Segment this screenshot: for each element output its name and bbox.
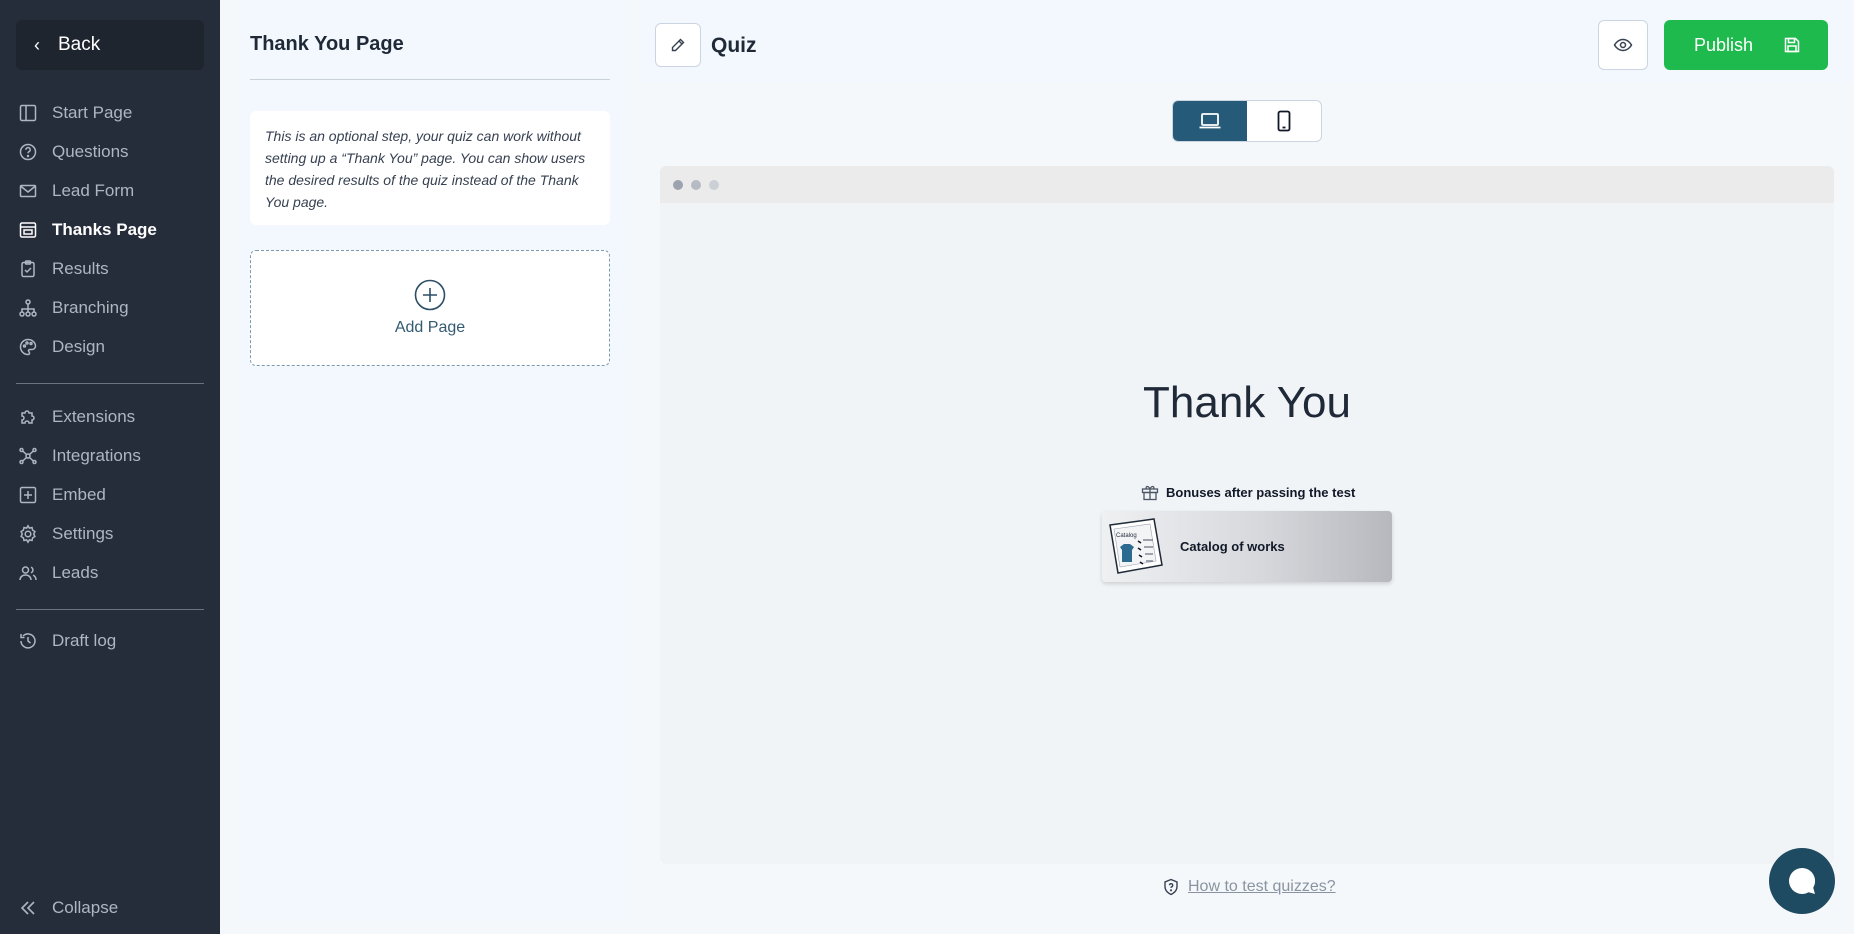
quiz-preview-frame: Thank You Bonuses after passing the test… bbox=[660, 166, 1834, 864]
start-page-icon bbox=[19, 104, 37, 121]
bonus-label: Bonuses after passing the test bbox=[1140, 482, 1360, 502]
primary-nav: Start Page Questions Lead Form Thanks Pa… bbox=[0, 93, 220, 366]
sidebar-item-label: Questions bbox=[52, 141, 129, 161]
bonus-card-label: Catalog of works bbox=[1180, 539, 1285, 554]
envelope-icon bbox=[19, 184, 37, 197]
history-icon bbox=[20, 632, 36, 649]
integrations-icon bbox=[19, 447, 37, 464]
bonus-text: Bonuses after passing the test bbox=[1166, 484, 1356, 500]
plus-circle-icon bbox=[414, 279, 446, 311]
desktop-view-button[interactable] bbox=[1173, 101, 1247, 141]
sidebar-divider bbox=[16, 609, 204, 610]
editor-header: Quiz Publish bbox=[640, 0, 1854, 82]
save-icon bbox=[1784, 37, 1800, 53]
sidebar-item-start-page[interactable]: Start Page bbox=[0, 93, 220, 132]
mobile-view-button[interactable] bbox=[1247, 101, 1321, 141]
sidebar-item-label: Extensions bbox=[52, 406, 136, 426]
puzzle-icon bbox=[21, 409, 35, 424]
add-page-label: Add Page bbox=[394, 319, 466, 336]
sidebar-item-leads[interactable]: Leads bbox=[0, 553, 220, 592]
question-icon bbox=[19, 143, 37, 160]
sidebar-item-label: Lead Form bbox=[52, 180, 135, 200]
chat-bubble-icon bbox=[1789, 867, 1816, 894]
sidebar-item-label: Integrations bbox=[52, 445, 141, 465]
publish-label: Publish bbox=[1694, 34, 1754, 55]
sidebar-divider bbox=[16, 383, 204, 384]
sidebar-item-design[interactable]: Design bbox=[0, 327, 220, 366]
chevron-left-icon: ‹ bbox=[34, 34, 40, 55]
sidebar-item-extensions[interactable]: Extensions bbox=[0, 397, 220, 436]
tertiary-nav: Draft log bbox=[0, 621, 220, 660]
browser-bar bbox=[660, 166, 1834, 203]
sidebar-item-label: Design bbox=[52, 336, 105, 356]
collapse-button[interactable]: Collapse bbox=[18, 898, 118, 918]
palette-icon bbox=[19, 338, 37, 355]
how-to-test-label: How to test quizzes? bbox=[1188, 878, 1336, 895]
bonus-card[interactable]: Catalog Catalog of works bbox=[1102, 511, 1392, 582]
collapse-label: Collapse bbox=[52, 898, 119, 917]
mobile-phone-icon bbox=[1277, 110, 1291, 132]
sidebar-item-questions[interactable]: Questions bbox=[0, 132, 220, 171]
panel-title: Thank You Page bbox=[250, 33, 404, 55]
pencil-icon bbox=[671, 38, 685, 52]
embed-icon bbox=[19, 486, 37, 503]
thanks-page-icon bbox=[19, 221, 37, 238]
thank-you-heading: Thank You bbox=[1143, 378, 1351, 427]
catalog-illustration: Catalog bbox=[1109, 517, 1163, 574]
sidebar-item-label: Draft log bbox=[52, 630, 117, 650]
thank-you-panel: Thank You Page This is an optional step,… bbox=[240, 0, 630, 920]
gear-icon bbox=[20, 523, 36, 544]
sidebar-item-label: Results bbox=[52, 258, 109, 278]
sidebar-item-label: Settings bbox=[52, 523, 114, 543]
window-dot bbox=[709, 179, 719, 190]
edit-title-button[interactable] bbox=[655, 23, 701, 67]
sidebar-item-branching[interactable]: Branching bbox=[0, 288, 220, 327]
secondary-nav: Extensions Integrations Embed Settings L… bbox=[0, 397, 220, 592]
sidebar-item-settings[interactable]: Settings bbox=[0, 514, 220, 553]
sidebar-item-results[interactable]: Results bbox=[0, 249, 220, 288]
sidebar: ‹ Back Start Page Questions Lead Form Th… bbox=[0, 0, 220, 934]
chat-button[interactable] bbox=[1769, 848, 1835, 914]
sidebar-item-label: Branching bbox=[52, 297, 129, 317]
branching-icon bbox=[19, 298, 37, 317]
sidebar-item-lead-form[interactable]: Lead Form bbox=[0, 171, 220, 210]
laptop-icon bbox=[1199, 113, 1221, 129]
window-dot bbox=[673, 179, 683, 190]
catalog-image-text: Catalog bbox=[1116, 533, 1137, 539]
sidebar-item-label: Thanks Page bbox=[52, 219, 157, 239]
preview-button[interactable] bbox=[1598, 20, 1648, 70]
how-to-test-link[interactable]: How to test quizzes? bbox=[1162, 878, 1336, 896]
eye-icon bbox=[1613, 38, 1633, 52]
publish-button[interactable]: Publish bbox=[1664, 20, 1828, 70]
back-label: Back bbox=[58, 34, 101, 55]
users-icon bbox=[19, 565, 37, 580]
sidebar-item-draft-log[interactable]: Draft log bbox=[0, 621, 220, 660]
clipboard-icon bbox=[21, 259, 35, 277]
sidebar-item-label: Leads bbox=[52, 562, 99, 582]
sidebar-item-label: Start Page bbox=[52, 102, 133, 122]
sidebar-item-label: Embed bbox=[52, 484, 106, 504]
sidebar-item-thanks-page[interactable]: Thanks Page bbox=[0, 210, 220, 249]
add-page-button[interactable]: Add Page bbox=[250, 250, 610, 366]
back-button[interactable]: ‹ Back bbox=[16, 20, 204, 70]
window-dot bbox=[691, 179, 701, 190]
panel-divider bbox=[250, 79, 610, 80]
device-toggle bbox=[1172, 100, 1322, 142]
sidebar-item-integrations[interactable]: Integrations bbox=[0, 436, 220, 475]
sidebar-item-embed[interactable]: Embed bbox=[0, 475, 220, 514]
gift-icon bbox=[1141, 485, 1159, 501]
shield-question-icon bbox=[1164, 878, 1178, 896]
quiz-title: Quiz bbox=[711, 34, 757, 57]
info-note: This is an optional step, your quiz can … bbox=[250, 111, 610, 225]
double-chevron-left-icon bbox=[20, 901, 35, 915]
